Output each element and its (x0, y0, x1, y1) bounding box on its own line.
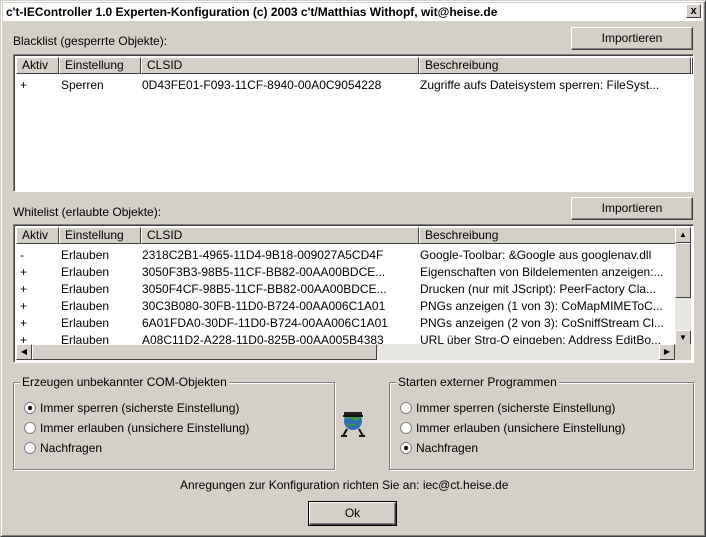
column-header-beschreibung[interactable]: Beschreibung (419, 227, 677, 244)
cell-clsid: 6A01FDA0-30DF-11D0-B724-00AA006C1A01 (142, 316, 388, 330)
column-header-aktiv[interactable]: Aktiv (16, 57, 59, 74)
whitelist-label: Whitelist (erlaubte Objekte): (13, 205, 162, 219)
blacklist-import-button[interactable]: Importieren (571, 27, 693, 50)
radio-dot-icon (400, 442, 412, 454)
column-header-filler (691, 57, 693, 74)
column-header-clsid[interactable]: CLSID (141, 227, 419, 244)
cell-beschreibung: Zugriffe aufs Dateisystem sperren: FileS… (420, 78, 660, 92)
scroll-left-icon[interactable]: ◀ (16, 344, 32, 360)
horizontal-scrollbar[interactable]: ◀ ▶ (16, 344, 675, 360)
cell-beschreibung: Eigenschaften von Bildelementen anzeigen… (420, 265, 664, 279)
table-row[interactable]: + Erlauben 6A01FDA0-30DF-11D0-B724-00AA0… (16, 315, 676, 332)
cell-einstellung: Erlauben (61, 299, 110, 313)
external-programs-group: Starten externer Programmen Immer sperre… (389, 375, 694, 470)
blacklist-table[interactable]: Aktiv Einstellung CLSID Beschreibung + S… (13, 54, 694, 192)
cell-beschreibung: PNGs anzeigen (2 von 3): CoSniffStream C… (420, 316, 664, 330)
title-bar: c't-IEController 1.0 Experten-Konfigurat… (3, 3, 703, 21)
com-objects-group-title: Erzeugen unbekannter COM-Objekten (20, 375, 229, 389)
radio-label: Nachfragen (40, 441, 103, 455)
config-dialog: c't-IEController 1.0 Experten-Konfigurat… (0, 0, 706, 537)
globe-agent-icon (341, 412, 365, 437)
cell-einstellung: Erlauben (61, 265, 110, 279)
cell-einstellung: Erlauben (61, 248, 110, 262)
cell-aktiv: - (20, 248, 24, 262)
radio-label: Immer erlauben (unsichere Einstellung) (416, 421, 626, 435)
table-row[interactable]: + Erlauben 3050F4CF-98B5-11CF-BB82-00AA0… (16, 281, 676, 298)
table-row[interactable]: + Erlauben 30C3B080-30FB-11D0-B724-00AA0… (16, 298, 676, 315)
table-row[interactable]: - Erlauben 2318C2B1-4965-11D4-9B18-00902… (16, 247, 676, 264)
column-header-clsid[interactable]: CLSID (141, 57, 419, 74)
cell-aktiv: + (20, 316, 28, 330)
radio-label: Immer sperren (sicherste Einstellung) (416, 401, 616, 415)
cell-clsid: 3050F4CF-98B5-11CF-BB82-00AA00BDCE... (142, 282, 387, 296)
cell-clsid: 2318C2B1-4965-11D4-9B18-009027A5CD4F (142, 248, 384, 262)
blacklist-label: Blacklist (gesperrte Objekte): (13, 34, 168, 48)
window-title: c't-IEController 1.0 Experten-Konfigurat… (6, 5, 498, 19)
column-header-beschreibung[interactable]: Beschreibung (419, 57, 691, 74)
cell-einstellung: Erlauben (61, 282, 110, 296)
cell-beschreibung: PNGs anzeigen (1 von 3): CoMapMIMEToC... (420, 299, 663, 313)
external-programs-group-title: Starten externer Programmen (396, 375, 559, 389)
column-header-aktiv[interactable]: Aktiv (16, 227, 59, 244)
radio-dot-icon (24, 442, 36, 454)
cell-clsid: 3050F3B3-98B5-11CF-BB82-00AA00BDCE... (142, 265, 386, 279)
close-button[interactable]: x (686, 4, 701, 18)
cell-clsid: 30C3B080-30FB-11D0-B724-00AA006C1A01 (142, 299, 386, 313)
cell-einstellung: Erlauben (61, 316, 110, 330)
column-header-einstellung[interactable]: Einstellung (59, 57, 141, 74)
radio-label: Immer sperren (sicherste Einstellung) (40, 401, 240, 415)
cell-clsid: 0D43FE01-F093-11CF-8940-00A0C9054228 (142, 78, 382, 92)
cell-aktiv: + (20, 78, 28, 92)
radio-dot-icon (400, 402, 412, 414)
radio-dot-icon (24, 422, 36, 434)
whitelist-import-button[interactable]: Importieren (571, 197, 693, 220)
com-objects-group: Erzeugen unbekannter COM-Objekten Immer … (13, 375, 335, 470)
scroll-right-icon[interactable]: ▶ (659, 344, 675, 360)
table-row[interactable]: + Sperren 0D43FE01-F093-11CF-8940-00A0C9… (16, 77, 691, 94)
column-header-einstellung[interactable]: Einstellung (59, 227, 141, 244)
cell-beschreibung: Google-Toolbar: &Google aus googlenav.dl… (420, 248, 652, 262)
radio-label: Nachfragen (416, 441, 479, 455)
contact-text: Anregungen zur Konfiguration richten Sie… (180, 478, 509, 492)
scroll-corner (675, 344, 691, 360)
horizontal-scroll-thumb[interactable] (32, 344, 377, 360)
scroll-up-icon[interactable]: ▲ (675, 227, 691, 243)
cell-einstellung: Sperren (61, 78, 104, 92)
radio-dot-icon (24, 402, 36, 414)
cell-aktiv: + (20, 265, 28, 279)
vertical-scroll-thumb[interactable] (675, 243, 691, 298)
radio-dot-icon (400, 422, 412, 434)
cell-beschreibung: Drucken (nur mit JScript): PeerFactory C… (420, 282, 657, 296)
ok-button[interactable]: Ok (308, 501, 397, 526)
cell-aktiv: + (20, 282, 28, 296)
whitelist-table[interactable]: Aktiv Einstellung CLSID Beschreibung - E… (13, 224, 694, 363)
cell-aktiv: + (20, 299, 28, 313)
table-row[interactable]: + Erlauben 3050F3B3-98B5-11CF-BB82-00AA0… (16, 264, 676, 281)
vertical-scrollbar[interactable]: ▲ ▼ (675, 227, 691, 346)
radio-label: Immer erlauben (unsichere Einstellung) (40, 421, 250, 435)
